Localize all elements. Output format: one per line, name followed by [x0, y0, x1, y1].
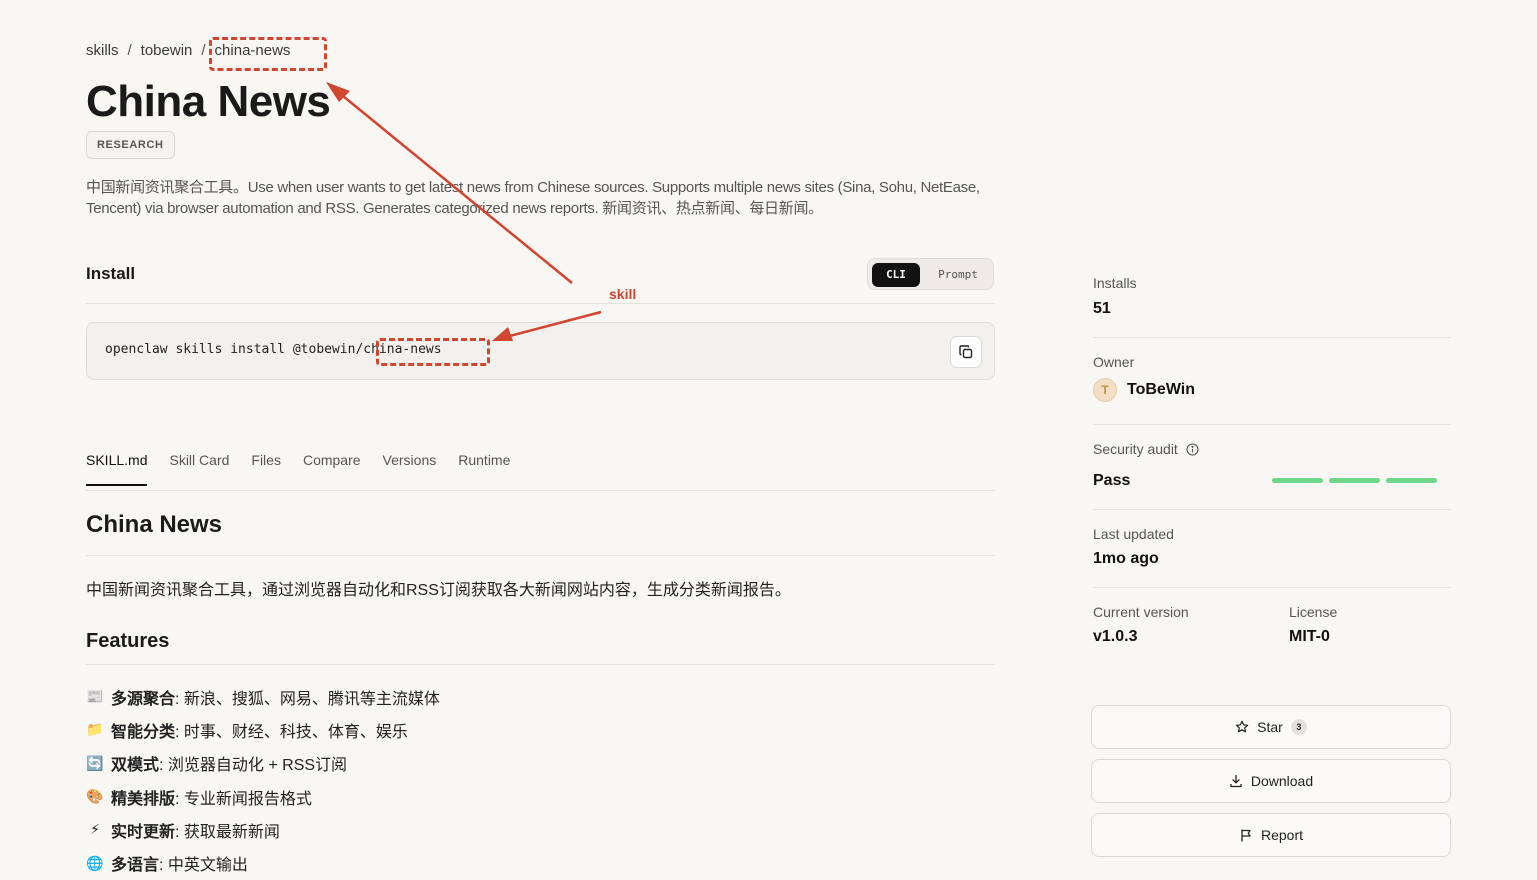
- annotation-label: skill: [609, 286, 637, 302]
- annotation-arrows: [326, 82, 602, 341]
- feature-title: 多语言: [111, 857, 160, 875]
- feature-text: : 中英文输出: [159, 857, 248, 875]
